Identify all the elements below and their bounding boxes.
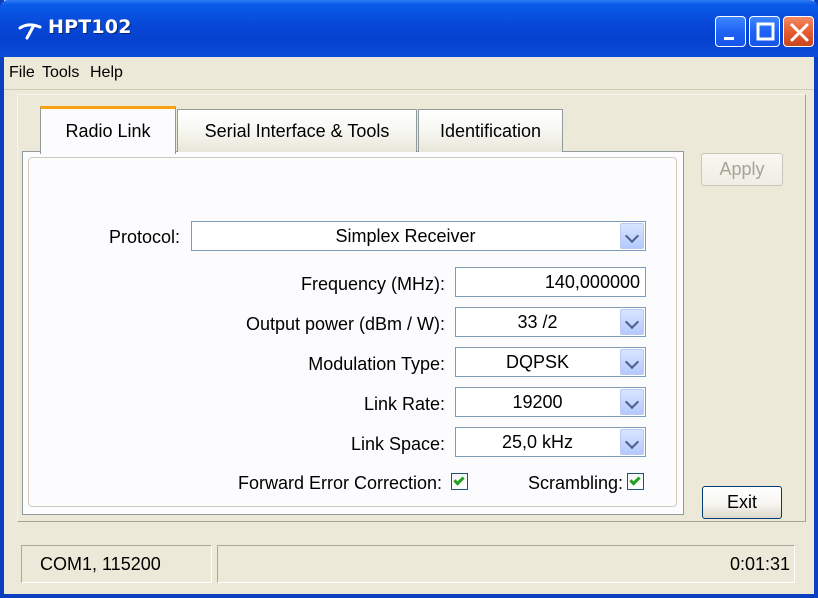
link-rate-value: 19200 (512, 392, 563, 412)
frequency-value: 140,000000 (544, 272, 640, 292)
checkmark-icon (629, 474, 641, 486)
output-power-value: 33 /2 (517, 312, 558, 332)
protocol-select[interactable]: Simplex Receiver (191, 221, 646, 251)
status-bar: COM1, 115200 0:01:31 (4, 531, 814, 592)
status-connection: COM1, 115200 (21, 545, 212, 583)
link-space-dropdown-button[interactable] (620, 429, 644, 455)
output-power-select[interactable]: 33 /2 (455, 307, 646, 337)
maximize-icon (756, 22, 775, 41)
forward-error-correction-label: Forward Error Correction: (237, 473, 442, 493)
frequency-input[interactable]: 140,000000 (455, 267, 646, 297)
chevron-down-icon (624, 354, 640, 370)
chevron-down-icon (624, 228, 640, 244)
scrambling-label: Scrambling: (527, 473, 623, 493)
protocol-label: Protocol: (108, 227, 180, 247)
menu-tools[interactable]: Tools (41, 64, 80, 82)
checkmark-icon (453, 474, 465, 486)
chevron-down-icon (624, 394, 640, 410)
radio-app-icon (18, 23, 42, 40)
tab-radio-link[interactable]: Radio Link (40, 106, 176, 154)
client-area: Radio Link Serial Interface & Tools Iden… (4, 90, 814, 594)
close-icon (790, 23, 809, 42)
link-space-select[interactable]: 25,0 kHz (455, 427, 646, 457)
link-space-label: Link Space: (350, 434, 445, 454)
modulation-type-select[interactable]: DQPSK (455, 347, 646, 377)
forward-error-correction-checkbox[interactable] (451, 473, 468, 490)
modulation-type-dropdown-button[interactable] (620, 349, 644, 375)
minimize-icon (724, 37, 734, 40)
minimize-button[interactable] (715, 16, 746, 47)
maximize-button[interactable] (749, 16, 780, 47)
modulation-type-label: Modulation Type: (308, 354, 445, 374)
frequency-label: Frequency (MHz): (300, 274, 445, 294)
modulation-type-value: DQPSK (505, 352, 570, 372)
application-window: HPT102 File Tools Help Radio Link Serial… (0, 0, 818, 598)
link-rate-label: Link Rate: (363, 394, 445, 414)
title-bar[interactable]: HPT102 (0, 0, 818, 57)
protocol-dropdown-button[interactable] (620, 223, 644, 249)
status-elapsed-time: 0:01:31 (217, 545, 795, 583)
menu-bar: File Tools Help (4, 57, 814, 90)
link-rate-dropdown-button[interactable] (620, 389, 644, 415)
scrambling-checkbox[interactable] (627, 473, 644, 490)
window-title: HPT102 (48, 16, 132, 38)
radio-link-tab-panel: Protocol: Simplex Receiver Frequency (MH… (22, 151, 684, 515)
close-button[interactable] (783, 16, 814, 47)
link-space-value: 25,0 kHz (501, 432, 574, 452)
output-power-label: Output power (dBm / W): (245, 314, 445, 334)
apply-button[interactable]: Apply (701, 153, 783, 186)
output-power-dropdown-button[interactable] (620, 309, 644, 335)
chevron-down-icon (624, 314, 640, 330)
exit-button[interactable]: Exit (702, 486, 782, 519)
chevron-down-icon (624, 434, 640, 450)
tab-identification[interactable]: Identification (418, 109, 563, 152)
link-rate-select[interactable]: 19200 (455, 387, 646, 417)
tab-serial-interface-tools[interactable]: Serial Interface & Tools (177, 109, 417, 152)
menu-file[interactable]: File (8, 64, 36, 82)
menu-help[interactable]: Help (89, 64, 124, 82)
protocol-selected-value: Simplex Receiver (335, 226, 476, 246)
